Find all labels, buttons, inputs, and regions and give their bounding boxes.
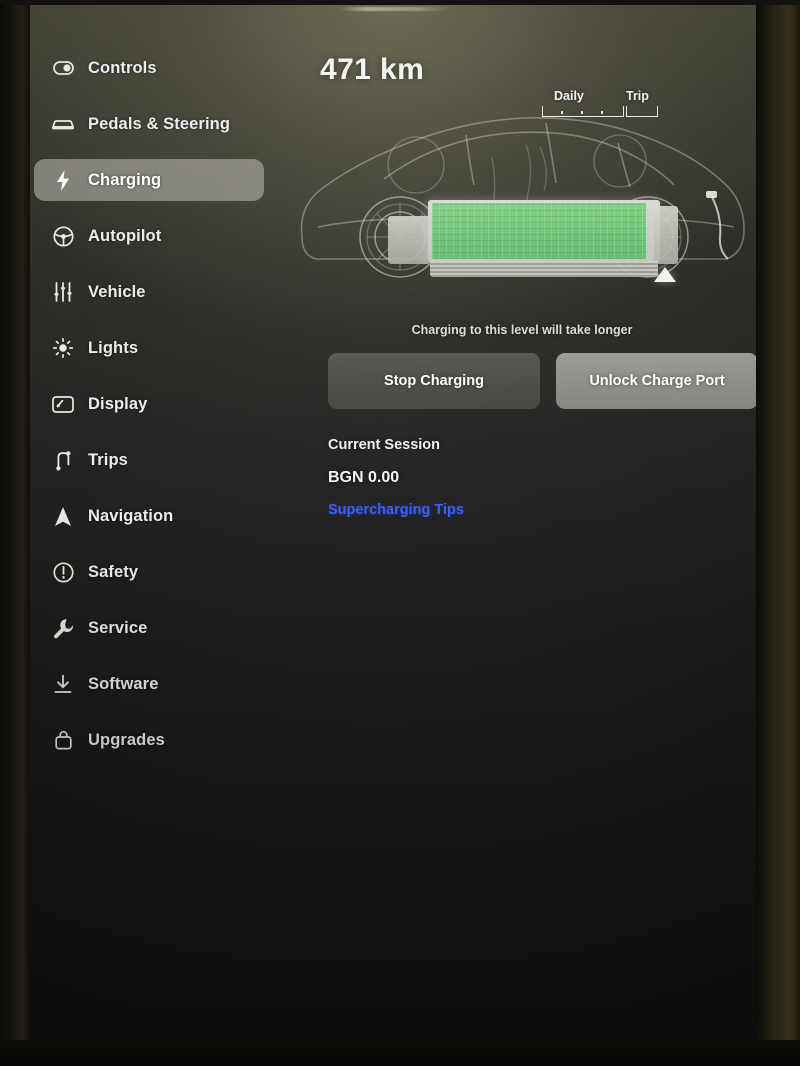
- pack-front-module: [388, 216, 430, 264]
- bezel-left: [0, 0, 30, 1066]
- pack-rear-module: [654, 206, 678, 264]
- sidebar-item-safety[interactable]: Safety: [34, 551, 264, 593]
- vehicle-battery-illustration: Daily Trip: [288, 87, 756, 309]
- sidebar-item-label: Charging: [88, 170, 162, 189]
- sidebar-item-navigation[interactable]: Navigation: [34, 495, 264, 537]
- sidebar-item-service[interactable]: Service: [34, 607, 264, 649]
- bezel-right: [756, 0, 800, 1066]
- display-icon: [48, 395, 78, 413]
- charge-limit-slider-handle[interactable]: [654, 267, 676, 282]
- lightning-bolt-icon: [48, 169, 78, 191]
- navigation-arrow-icon: [48, 506, 78, 527]
- sidebar-item-label: Navigation: [88, 506, 174, 525]
- sidebar-item-label: Trips: [88, 450, 128, 469]
- bag-icon: [48, 730, 78, 750]
- sidebar-item-charging[interactable]: Charging: [34, 159, 264, 201]
- sliders-icon: [48, 282, 78, 302]
- screen-glare: [340, 7, 450, 11]
- charge-limit-scale[interactable]: [542, 106, 658, 117]
- sidebar-item-label: Display: [88, 394, 148, 413]
- range-value: 471 km: [320, 53, 425, 86]
- sidebar-item-pedals-steering[interactable]: Pedals & Steering: [34, 103, 264, 145]
- car-front-icon: [48, 117, 78, 131]
- sidebar-item-label: Upgrades: [88, 730, 165, 749]
- lcd-screen-area: Controls Pedals & Steering Charging Auto…: [30, 5, 756, 1040]
- sidebar-item-label: Software: [88, 674, 159, 693]
- sidebar-item-vehicle[interactable]: Vehicle: [34, 271, 264, 313]
- charging-panel: 471 km Daily Trip Charging to this level…: [288, 5, 756, 1040]
- settings-sidebar: Controls Pedals & Steering Charging Auto…: [34, 47, 264, 775]
- scale-segment-daily[interactable]: [542, 106, 624, 117]
- wrench-icon: [48, 618, 78, 639]
- sidebar-item-upgrades[interactable]: Upgrades: [34, 719, 264, 761]
- bezel-top: [0, 0, 800, 5]
- session-title: Current Session: [328, 437, 440, 453]
- route-icon: [48, 450, 78, 471]
- sidebar-item-display[interactable]: Display: [34, 383, 264, 425]
- sidebar-item-label: Pedals & Steering: [88, 114, 230, 133]
- pack-base-layers: [430, 261, 658, 277]
- bezel-bottom: [0, 1040, 800, 1066]
- sidebar-item-label: Safety: [88, 562, 139, 581]
- charging-actions: Stop Charging Unlock Charge Port: [328, 353, 756, 409]
- steering-wheel-icon: [48, 225, 78, 247]
- alert-circle-icon: [48, 561, 78, 583]
- sidebar-item-label: Controls: [88, 58, 157, 77]
- tesla-touchscreen: Controls Pedals & Steering Charging Auto…: [0, 0, 800, 1066]
- pack-housing: [428, 200, 660, 262]
- scale-label-trip: Trip: [626, 89, 649, 103]
- toggle-switch-icon: [48, 61, 78, 75]
- session-amount: BGN 0.00: [328, 469, 400, 486]
- download-icon: [48, 674, 78, 694]
- scale-label-daily: Daily: [554, 89, 584, 103]
- charge-cable-icon: [706, 191, 729, 260]
- supercharging-tips-link[interactable]: Supercharging Tips: [328, 502, 728, 518]
- current-session-section: Current Session BGN 0.00 Supercharging T…: [328, 437, 728, 518]
- battery-pack: [388, 200, 678, 282]
- sidebar-item-label: Autopilot: [88, 226, 162, 245]
- sun-icon: [48, 338, 78, 358]
- sidebar-item-trips[interactable]: Trips: [34, 439, 264, 481]
- sidebar-item-lights[interactable]: Lights: [34, 327, 264, 369]
- stop-charging-button[interactable]: Stop Charging: [328, 353, 540, 409]
- scale-segment-trip[interactable]: [626, 106, 658, 117]
- sidebar-item-label: Vehicle: [88, 282, 146, 301]
- sidebar-item-controls[interactable]: Controls: [34, 47, 264, 89]
- sidebar-item-autopilot[interactable]: Autopilot: [34, 215, 264, 257]
- sidebar-item-label: Lights: [88, 338, 139, 357]
- battery-charge-fill: [432, 203, 646, 259]
- charge-level-warning: Charging to this level will take longer: [411, 323, 633, 337]
- sidebar-item-software[interactable]: Software: [34, 663, 264, 705]
- sidebar-item-label: Service: [88, 618, 148, 637]
- unlock-charge-port-button[interactable]: Unlock Charge Port: [556, 353, 756, 409]
